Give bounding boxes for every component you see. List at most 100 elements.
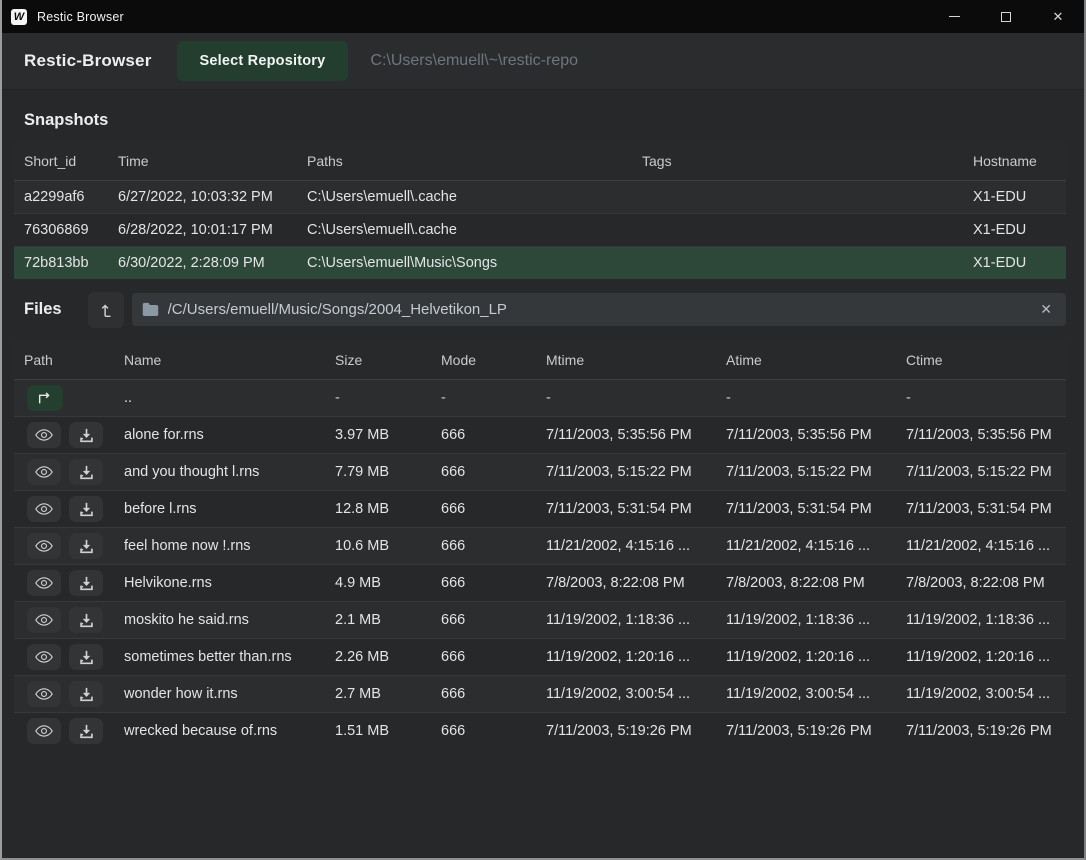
preview-file-button[interactable] xyxy=(27,681,61,707)
restore-file-button[interactable] xyxy=(69,607,103,633)
file-row[interactable]: Helvikone.rns 4.9 MB 666 7/8/2003, 8:22:… xyxy=(14,564,1066,601)
file-mtime: - xyxy=(536,390,716,406)
file-row[interactable]: alone for.rns 3.97 MB 666 7/11/2003, 5:3… xyxy=(14,416,1066,453)
column-size: Size xyxy=(325,352,431,368)
download-icon xyxy=(79,613,94,628)
select-repository-button[interactable]: Select Repository xyxy=(177,41,349,81)
maximize-button[interactable] xyxy=(980,0,1032,33)
snapshot-time: 6/28/2022, 10:01:17 PM xyxy=(108,222,297,238)
clear-path-button[interactable]: ✕ xyxy=(1036,301,1056,318)
file-size: 1.51 MB xyxy=(325,723,431,739)
file-row[interactable]: and you thought l.rns 7.79 MB 666 7/11/2… xyxy=(14,453,1066,490)
file-mtime: 7/11/2003, 5:35:56 PM xyxy=(536,427,716,443)
snapshot-row[interactable]: 76306869 6/28/2022, 10:01:17 PM C:\Users… xyxy=(14,213,1066,246)
close-button[interactable]: ✕ xyxy=(1032,0,1084,33)
restore-file-button[interactable] xyxy=(69,570,103,596)
restore-file-button[interactable] xyxy=(69,459,103,485)
file-row[interactable]: wonder how it.rns 2.7 MB 666 11/19/2002,… xyxy=(14,675,1066,712)
file-name: wonder how it.rns xyxy=(114,686,325,702)
file-mtime: 7/11/2003, 5:19:26 PM xyxy=(536,723,716,739)
snapshot-short-id: 76306869 xyxy=(14,222,108,238)
close-icon: ✕ xyxy=(1053,9,1064,25)
snapshot-paths: C:\Users\emuell\Music\Songs xyxy=(297,255,632,271)
file-atime: 11/21/2002, 4:15:16 ... xyxy=(716,538,896,554)
column-mtime: Mtime xyxy=(536,352,716,368)
restore-file-button[interactable] xyxy=(69,422,103,448)
current-path-field[interactable]: /C/Users/emuell/Music/Songs/2004_Helveti… xyxy=(132,293,1066,326)
preview-file-button[interactable] xyxy=(27,496,61,522)
file-ctime: 7/11/2003, 5:19:26 PM xyxy=(896,723,1066,739)
file-ctime: 11/19/2002, 1:18:36 ... xyxy=(896,612,1066,628)
go-parent-button[interactable] xyxy=(27,385,63,411)
maximize-icon xyxy=(1001,12,1011,22)
snapshots-table-header: Short_id Time Paths Tags Hostname xyxy=(14,142,1066,180)
file-mode: 666 xyxy=(431,538,536,554)
restic-browser-window: W Restic Browser ✕ Restic-Browser Select… xyxy=(0,0,1086,860)
restore-file-button[interactable] xyxy=(69,644,103,670)
file-atime: 7/11/2003, 5:35:56 PM xyxy=(716,427,896,443)
file-size: 2.26 MB xyxy=(325,649,431,665)
snapshot-short-id: 72b813bb xyxy=(14,255,108,271)
file-mtime: 7/11/2003, 5:31:54 PM xyxy=(536,501,716,517)
snapshot-row[interactable]: 72b813bb 6/30/2022, 2:28:09 PM C:\Users\… xyxy=(14,246,1066,279)
snapshot-hostname: X1-EDU xyxy=(963,189,1066,205)
file-name: Helvikone.rns xyxy=(114,575,325,591)
file-ctime: 11/19/2002, 3:00:54 ... xyxy=(896,686,1066,702)
files-table-header: Path Name Size Mode Mtime Atime Ctime xyxy=(14,341,1066,379)
column-hostname: Hostname xyxy=(963,153,1066,169)
parent-arrow-icon xyxy=(37,391,53,405)
file-row[interactable]: before l.rns 12.8 MB 666 7/11/2003, 5:31… xyxy=(14,490,1066,527)
download-icon xyxy=(79,650,94,665)
file-atime: 7/11/2003, 5:19:26 PM xyxy=(716,723,896,739)
eye-icon xyxy=(35,613,53,627)
restore-file-button[interactable] xyxy=(69,533,103,559)
preview-file-button[interactable] xyxy=(27,570,61,596)
download-icon xyxy=(79,539,94,554)
column-ctime: Ctime xyxy=(896,352,1066,368)
titlebar: W Restic Browser ✕ xyxy=(2,0,1084,33)
download-icon xyxy=(79,687,94,702)
file-mode: 666 xyxy=(431,686,536,702)
file-row[interactable]: feel home now !.rns 10.6 MB 666 11/21/20… xyxy=(14,527,1066,564)
snapshot-hostname: X1-EDU xyxy=(963,255,1066,271)
file-size: 3.97 MB xyxy=(325,427,431,443)
download-icon xyxy=(79,502,94,517)
preview-file-button[interactable] xyxy=(27,607,61,633)
file-row[interactable]: wrecked because of.rns 1.51 MB 666 7/11/… xyxy=(14,712,1066,749)
file-mode: 666 xyxy=(431,464,536,480)
file-atime: 11/19/2002, 1:20:16 ... xyxy=(716,649,896,665)
preview-file-button[interactable] xyxy=(27,422,61,448)
snapshot-time: 6/30/2022, 2:28:09 PM xyxy=(108,255,297,271)
preview-file-button[interactable] xyxy=(27,644,61,670)
app-title: Restic-Browser xyxy=(24,51,152,71)
preview-file-button[interactable] xyxy=(27,533,61,559)
file-mode: 666 xyxy=(431,723,536,739)
file-name: moskito he said.rns xyxy=(114,612,325,628)
file-name: .. xyxy=(114,390,325,406)
go-to-root-button[interactable] xyxy=(88,292,124,328)
parent-directory-row[interactable]: .. - - - - - xyxy=(14,379,1066,416)
minimize-button[interactable] xyxy=(928,0,980,33)
restore-file-button[interactable] xyxy=(69,681,103,707)
file-atime: 11/19/2002, 1:18:36 ... xyxy=(716,612,896,628)
download-icon xyxy=(79,465,94,480)
download-icon xyxy=(79,724,94,739)
file-row[interactable]: moskito he said.rns 2.1 MB 666 11/19/200… xyxy=(14,601,1066,638)
preview-file-button[interactable] xyxy=(27,718,61,744)
file-ctime: 7/8/2003, 8:22:08 PM xyxy=(896,575,1066,591)
restore-file-button[interactable] xyxy=(69,718,103,744)
file-row[interactable]: sometimes better than.rns 2.26 MB 666 11… xyxy=(14,638,1066,675)
snapshot-short-id: a2299af6 xyxy=(14,189,108,205)
snapshot-row[interactable]: a2299af6 6/27/2022, 10:03:32 PM C:\Users… xyxy=(14,180,1066,213)
file-atime: - xyxy=(716,390,896,406)
file-name: alone for.rns xyxy=(114,427,325,443)
eye-icon xyxy=(35,465,53,479)
folder-icon xyxy=(142,302,159,317)
preview-file-button[interactable] xyxy=(27,459,61,485)
restore-file-button[interactable] xyxy=(69,496,103,522)
files-table: Path Name Size Mode Mtime Atime Ctime ..… xyxy=(14,341,1066,749)
file-size: 7.79 MB xyxy=(325,464,431,480)
files-heading: Files xyxy=(14,300,62,319)
file-name: before l.rns xyxy=(114,501,325,517)
file-name: wrecked because of.rns xyxy=(114,723,325,739)
